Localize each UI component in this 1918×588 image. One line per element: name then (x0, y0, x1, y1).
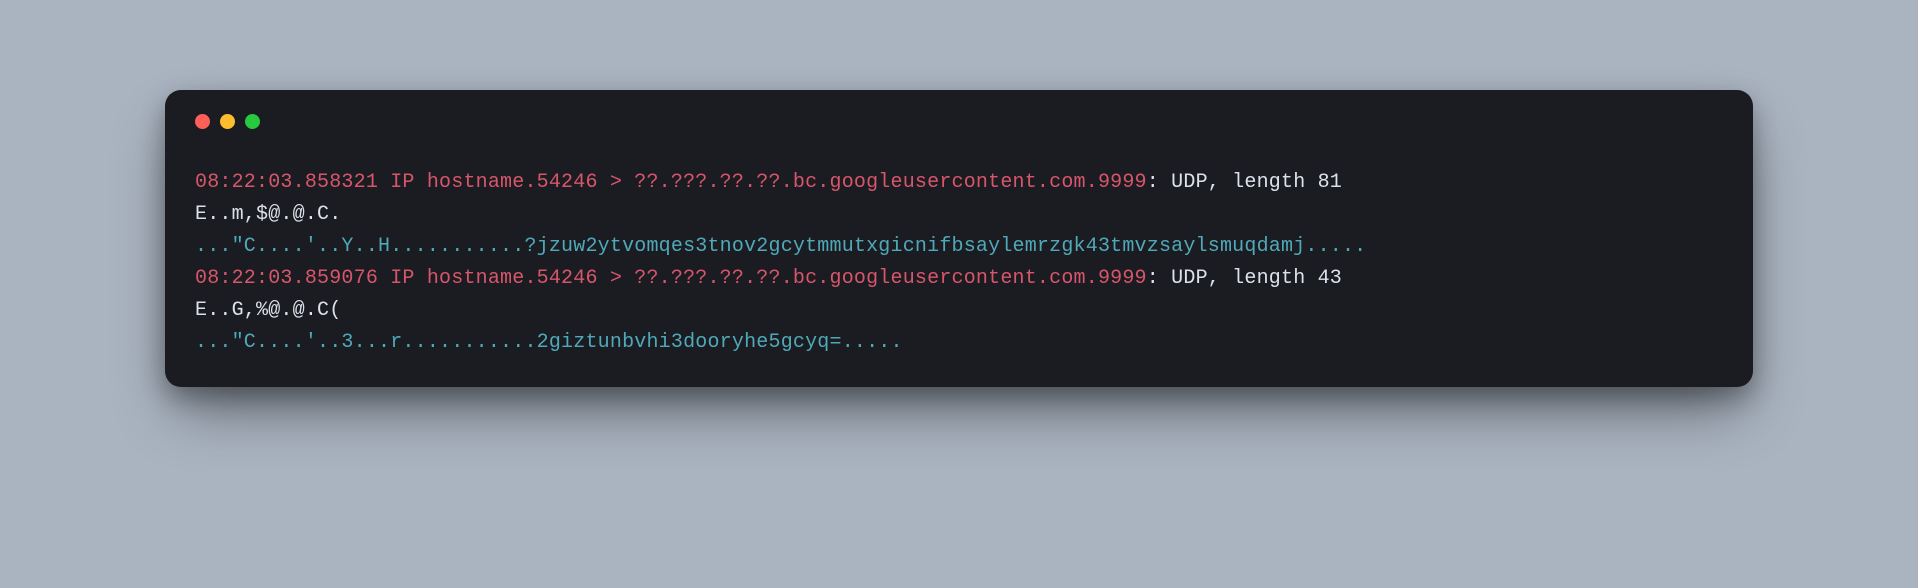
terminal-segment: ..."C....'..3...r...........2giztunbvhi3… (195, 331, 903, 354)
close-icon[interactable] (195, 114, 210, 129)
terminal-line: 08:22:03.858321 IP hostname.54246 > ??.?… (195, 167, 1723, 199)
terminal-segment: ..."C....'..Y..H...........?jzuw2ytvomqe… (195, 235, 1366, 258)
terminal-segment: 08:22:03.859076 IP hostname.54246 > ??.?… (195, 267, 1147, 290)
terminal-window: 08:22:03.858321 IP hostname.54246 > ??.?… (165, 90, 1753, 387)
terminal-line: E..G,%@.@.C( (195, 295, 1723, 327)
terminal-output: 08:22:03.858321 IP hostname.54246 > ??.?… (195, 167, 1723, 359)
window-titlebar (195, 114, 1723, 129)
terminal-segment: 08:22:03.858321 IP hostname.54246 > ??.?… (195, 171, 1147, 194)
maximize-icon[interactable] (245, 114, 260, 129)
minimize-icon[interactable] (220, 114, 235, 129)
terminal-line: ..."C....'..Y..H...........?jzuw2ytvomqe… (195, 231, 1723, 263)
terminal-line: 08:22:03.859076 IP hostname.54246 > ??.?… (195, 263, 1723, 295)
terminal-segment: : UDP, length 43 (1147, 267, 1342, 290)
terminal-segment: E..m,$@.@.C. (195, 203, 341, 226)
terminal-segment: E..G,%@.@.C( (195, 299, 341, 322)
terminal-line: E..m,$@.@.C. (195, 199, 1723, 231)
terminal-segment: : UDP, length 81 (1147, 171, 1342, 194)
terminal-line: ..."C....'..3...r...........2giztunbvhi3… (195, 327, 1723, 359)
